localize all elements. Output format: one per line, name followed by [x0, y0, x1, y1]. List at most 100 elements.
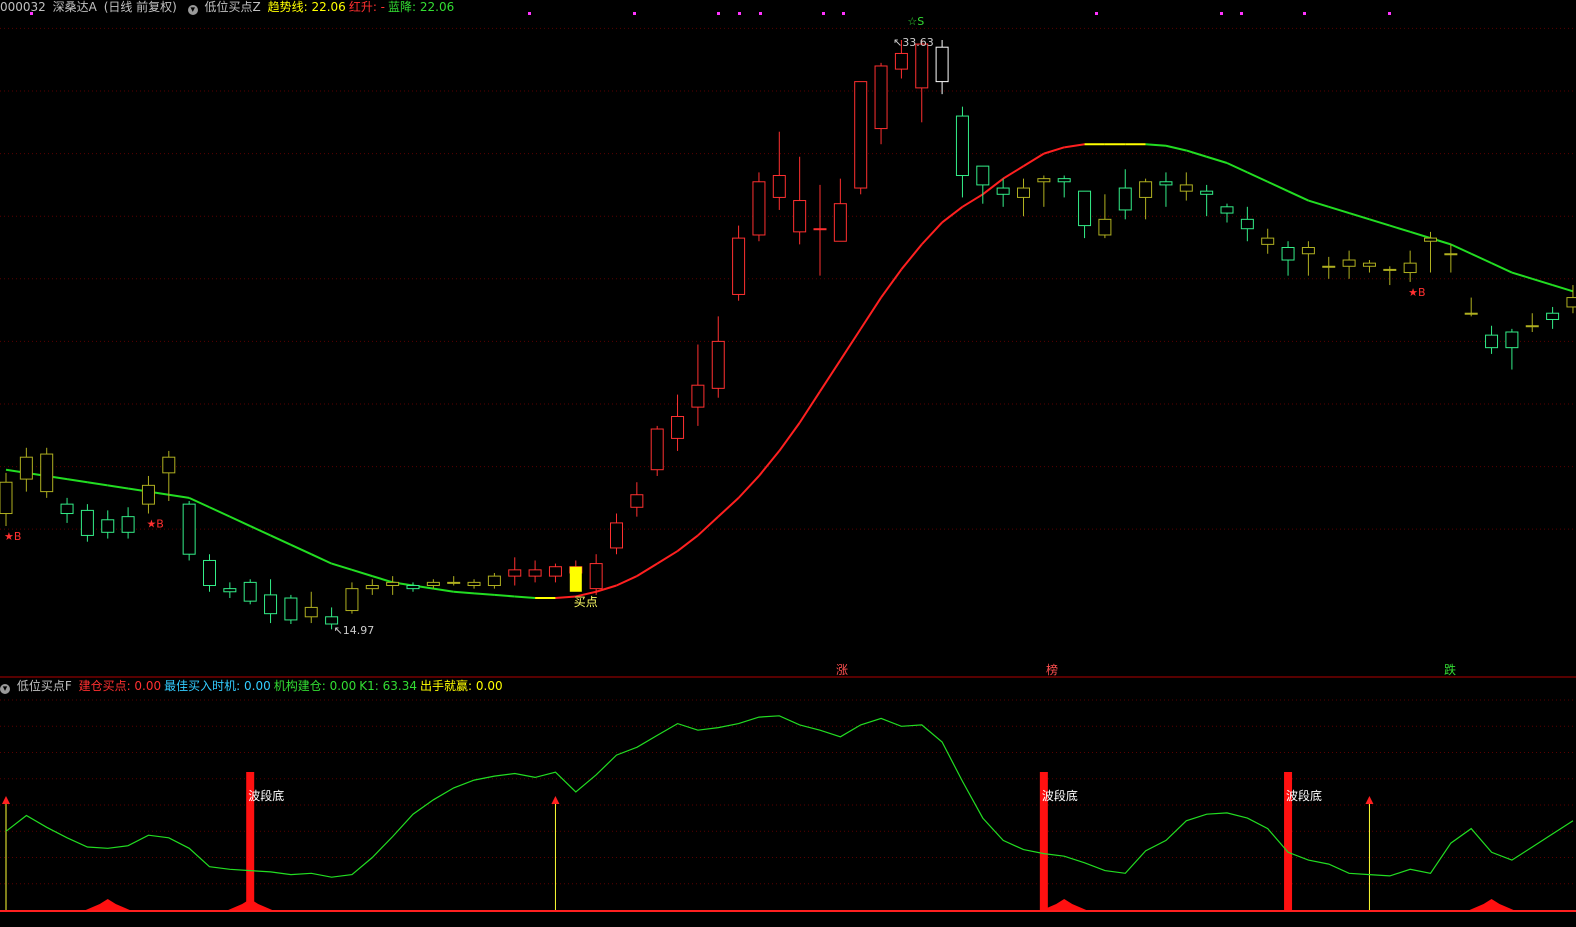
trend-line-segment: [1186, 149, 1207, 158]
candle-body: [1159, 181, 1173, 186]
trend-line-segment: [66, 478, 88, 484]
candle-body: [1322, 265, 1336, 268]
candle-body: [1464, 312, 1478, 315]
event-label: 跌: [1444, 662, 1456, 677]
candle-body: [182, 503, 196, 555]
trend-line-segment: [1043, 146, 1065, 155]
candle-body: [894, 52, 908, 70]
candle-body: [833, 203, 847, 242]
top-signal-dot: [30, 12, 33, 15]
trend-line-segment: [798, 390, 821, 424]
candle-body: [487, 575, 501, 587]
top-signal-dot: [1388, 12, 1391, 15]
low-zone-mark: [1042, 899, 1087, 910]
trend-line-segment: [900, 243, 923, 271]
candle-body: [1139, 181, 1153, 198]
signal-arrow-head: [1365, 796, 1374, 804]
trend-line-segment: [209, 506, 231, 518]
candle-body: [1220, 206, 1234, 214]
low-zone-mark: [228, 899, 273, 910]
top-signal-dot: [759, 12, 762, 15]
chart-canvas[interactable]: 买点 ★B ★B ★B ☆S ↖33.63 ↖14.97 涨 榜 跌波段底 波段底 波段底: [0, 0, 1576, 927]
trend-line-segment: [656, 550, 679, 565]
trend-line-segment: [453, 590, 475, 595]
wave-bottom-label: 波段底: [1042, 788, 1078, 803]
top-signal-dot: [1220, 12, 1223, 15]
candle-body: [1485, 334, 1499, 349]
candle-body: [1383, 268, 1397, 271]
trend-line-segment: [961, 193, 984, 208]
trend-line-segment: [1450, 243, 1472, 255]
candle-body: [1017, 187, 1030, 198]
trend-line-segment: [555, 595, 576, 600]
buy-signal-mark: ★B: [146, 518, 163, 531]
event-label: 涨: [836, 662, 848, 677]
trend-line-segment: [737, 475, 760, 499]
candle-body: [874, 65, 888, 130]
candle-body: [508, 569, 522, 577]
candle-body: [284, 597, 298, 621]
trend-line-segment: [107, 484, 129, 490]
event-label: 榜: [1046, 662, 1058, 677]
trend-line-segment: [433, 587, 454, 593]
candle-body: [1200, 190, 1214, 195]
trend-line-segment: [1389, 224, 1411, 233]
candle-body: [1240, 218, 1254, 230]
candle-body: [589, 563, 603, 590]
trend-line-segment: [372, 575, 393, 584]
trend-line-segment: [1409, 230, 1431, 240]
top-signal-dot: [528, 12, 531, 15]
trend-line-segment: [270, 534, 292, 546]
low-zone-mark: [85, 899, 130, 910]
trend-line-segment: [859, 297, 882, 330]
buy-signal-mark: ★B: [4, 530, 21, 543]
candle-body: [650, 428, 664, 471]
candle-body: [304, 606, 318, 618]
candle-body: [1301, 246, 1315, 255]
candle-body: [1424, 237, 1437, 242]
candle-body: [1179, 184, 1193, 192]
candle-body: [732, 237, 746, 295]
candle-body: [40, 453, 54, 493]
trend-line-segment: [1267, 180, 1289, 193]
candle-body: [121, 516, 135, 533]
top-signal-dot: [1303, 12, 1306, 15]
top-signal-dot: [1095, 12, 1098, 15]
trend-line-segment: [1002, 165, 1025, 180]
top-signal-dot: [842, 12, 845, 15]
candle-body: [1037, 178, 1051, 183]
k1-line: [5, 715, 1574, 878]
candle-body: [671, 416, 685, 439]
candle-body: [19, 456, 33, 480]
wave-bottom-label: 波段底: [1286, 788, 1322, 803]
candle-body: [1261, 237, 1275, 245]
candle-body: [813, 228, 827, 231]
trend-line-segment: [636, 562, 658, 577]
buy-point-label: 买点: [574, 595, 598, 609]
candle-body: [528, 569, 542, 577]
trend-line-segment: [921, 221, 943, 246]
candle-body: [406, 585, 420, 590]
candle-body: [60, 503, 74, 515]
trend-line-segment: [778, 422, 801, 452]
candle-body: [915, 43, 929, 89]
trend-line-segment: [1552, 284, 1574, 293]
trend-line-segment: [351, 568, 373, 578]
trend-line-segment: [717, 497, 740, 518]
candle-body: [1505, 331, 1519, 349]
candle-body: [203, 559, 216, 587]
top-signal-dot: [633, 12, 636, 15]
trend-line-segment: [1145, 143, 1167, 147]
trend-line-segment: [1491, 262, 1513, 274]
candle-body: [345, 588, 359, 612]
candle-body: [1444, 253, 1458, 256]
low-zone-mark: [1469, 899, 1514, 910]
high-price-label: ↖33.63: [893, 36, 934, 49]
candle-body: [141, 484, 155, 505]
trend-line-segment: [1287, 190, 1309, 202]
candle-body: [386, 581, 400, 587]
candle-body: [1118, 187, 1132, 211]
trend-line-segment: [676, 534, 699, 552]
candle-body: [80, 509, 94, 536]
trend-line-segment: [1226, 162, 1248, 174]
